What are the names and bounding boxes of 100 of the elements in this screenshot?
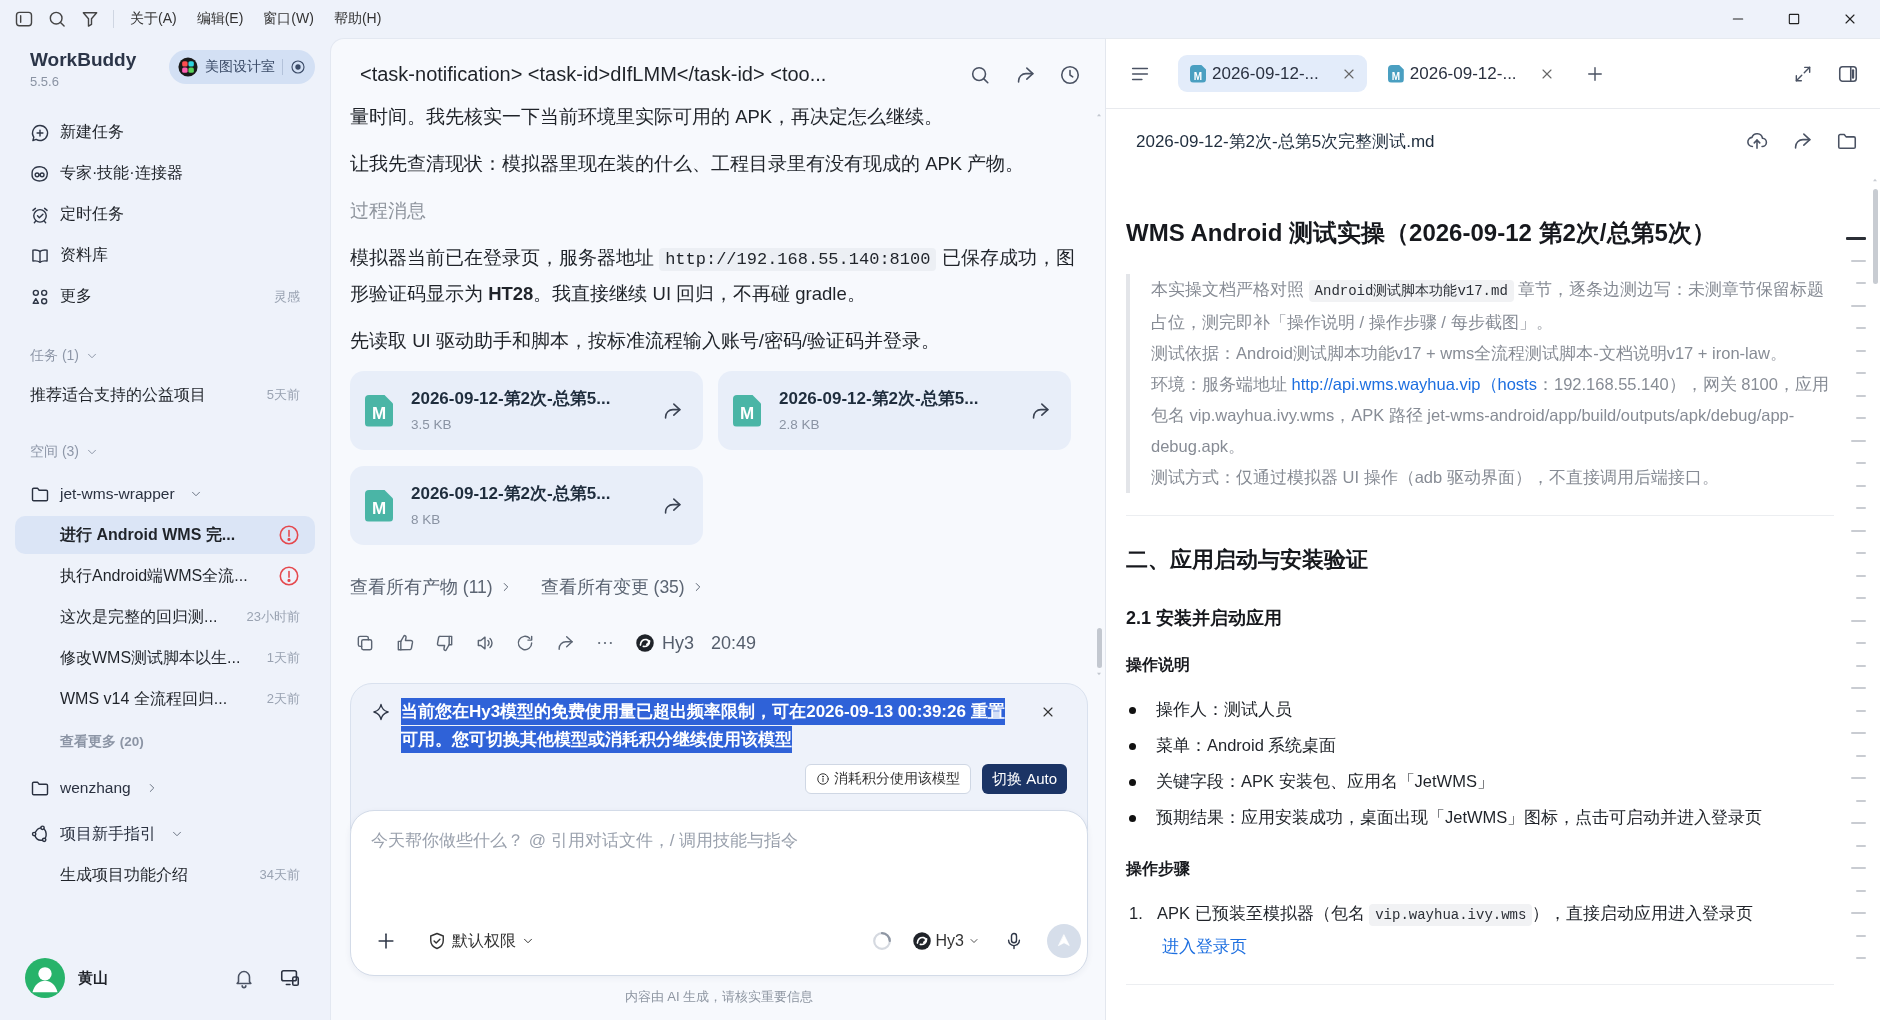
conversation-item[interactable]: 生成项目功能介绍 34天前 <box>15 856 315 894</box>
timestamp: 5天前 <box>266 386 300 404</box>
outline-marker[interactable] <box>1851 687 1866 690</box>
nav-item[interactable]: 新建任务 <box>15 112 315 153</box>
folder-item[interactable]: jet-wms-wrapper <box>15 475 315 513</box>
target-icon[interactable] <box>290 59 306 75</box>
message-input[interactable]: 今天帮你做些什么？ @ 引用对话文件，/ 调用技能与指令 <box>371 825 1081 857</box>
devices-icon[interactable] <box>279 967 301 989</box>
task-item[interactable]: 推荐适合支持的公益项目 5天前 <box>15 375 315 415</box>
scroll-up-arrow-icon[interactable] <box>1871 177 1879 183</box>
link[interactable]: http://api.wms.wayhua.vip（hosts <box>1291 375 1537 393</box>
outline-marker[interactable] <box>1856 799 1866 802</box>
scrollbar-thumb[interactable] <box>1872 189 1878 284</box>
sparkle-icon <box>371 702 391 722</box>
outline-marker[interactable] <box>1851 439 1866 442</box>
menu-item[interactable]: 关于(A) <box>130 10 177 28</box>
outline-marker[interactable] <box>1856 484 1866 487</box>
message-paragraph: 让我先查清现状：模拟器里现在装的什么、工程目录里有没有现成的 APK 产物。 <box>350 152 1026 176</box>
refresh-icon[interactable] <box>515 633 535 653</box>
outline-marker[interactable] <box>1856 934 1866 937</box>
nav-item[interactable]: 更多 灵感 <box>15 276 315 317</box>
outline-marker[interactable] <box>1856 507 1866 510</box>
outline-marker[interactable] <box>1856 394 1866 397</box>
sidebar-toggle-icon[interactable] <box>14 9 34 29</box>
menu-item[interactable]: 窗口(W) <box>263 10 314 28</box>
file-card[interactable]: M 2026-09-12-第2次-总第5... 2.8 KB <box>718 371 1071 450</box>
link[interactable]: 进入登录页 <box>1162 931 1247 962</box>
bullet-icon <box>1129 706 1136 714</box>
outline-marker[interactable] <box>1856 709 1866 712</box>
use-credits-button[interactable]: 消耗积分使用该模型 <box>804 764 971 794</box>
workspace-switcher[interactable]: 美图设计室 <box>169 50 315 84</box>
nav-item[interactable]: 定时任务 <box>15 194 315 235</box>
folder-item[interactable]: 项目新手指引 <box>15 815 315 853</box>
nav-item[interactable]: 资料库 <box>15 235 315 276</box>
outline-marker[interactable] <box>1856 349 1866 352</box>
outline-marker[interactable] <box>1856 552 1866 555</box>
outline-marker[interactable] <box>1851 259 1866 262</box>
nav-item[interactable]: 专家·技能·连接器 <box>15 153 315 194</box>
outline-marker[interactable] <box>1851 529 1866 532</box>
outline-marker[interactable] <box>1851 912 1866 915</box>
switch-model-button[interactable]: 切换 Auto <box>981 764 1067 794</box>
quote-paragraph: 本实操文档严格对照 Android测试脚本功能v17.md 章节，逐条边测边写：未测章节保留标题占位，测完即补「操作说明 / 操作步骤 / 每步截图」。 <box>1151 279 1826 333</box>
outline-marker[interactable] <box>1856 642 1866 645</box>
quote-paragraph: 测试依据：Android测试脚本功能v17 + wms全流程测试脚本-文档说明v17 + iron-law。 <box>1151 343 1788 364</box>
conversation-item[interactable]: 执行Android端WMS全流... <box>15 557 315 595</box>
copy-icon[interactable] <box>355 633 375 653</box>
outline-marker[interactable] <box>1851 822 1866 825</box>
outline-marker[interactable] <box>1851 777 1866 780</box>
outline-marker[interactable] <box>1851 732 1866 735</box>
outline-marker[interactable] <box>1856 417 1866 420</box>
view-all-link[interactable]: 查看所有产物 (11) <box>350 575 513 599</box>
conversation-item[interactable]: 修改WMS测试脚本以生... 1天前 <box>15 639 315 677</box>
outline-marker[interactable] <box>1856 327 1866 330</box>
file-name: 2026-09-12-第2次-总第5... <box>411 387 611 410</box>
history-icon[interactable] <box>1059 63 1081 86</box>
outline-marker[interactable] <box>1856 574 1866 577</box>
send-button[interactable] <box>1047 924 1081 958</box>
scrollbar-thumb[interactable] <box>1096 628 1102 668</box>
outline-marker[interactable] <box>1856 597 1866 600</box>
avatar-icon[interactable] <box>25 958 65 998</box>
menu-item[interactable]: 编辑(E) <box>196 10 244 28</box>
menu-item[interactable]: 帮助(H) <box>333 10 382 28</box>
file-size: 8 KB <box>411 510 442 529</box>
scroll-up-arrow-icon[interactable] <box>1095 112 1103 118</box>
file-card[interactable]: M 2026-09-12-第2次-总第5... 3.5 KB <box>350 371 703 450</box>
conversation-item[interactable]: 这次是完整的回归测... 23小时前 <box>15 598 315 636</box>
outline-marker[interactable] <box>1856 282 1866 285</box>
conversation-item[interactable]: 进行 Android WMS 完... <box>15 516 315 554</box>
tab[interactable]: M 2026-09-12-... <box>1178 55 1367 92</box>
share-icon[interactable] <box>555 633 575 653</box>
outline-marker[interactable] <box>1851 619 1866 622</box>
tab[interactable]: M 2026-09-12-... <box>1375 55 1565 92</box>
outline-marker[interactable] <box>1856 372 1866 375</box>
markdown-file-icon: M <box>733 394 761 427</box>
view-all-link[interactable]: 查看所有变更 (35) <box>540 575 705 599</box>
thumbs-down-icon[interactable] <box>435 633 455 653</box>
folder-item[interactable]: wenzhang <box>15 769 315 807</box>
model-selector[interactable]: Hy3 <box>911 931 980 951</box>
timestamp: 2天前 <box>266 690 300 708</box>
outline-marker[interactable] <box>1851 304 1866 307</box>
outline-marker[interactable] <box>1856 889 1866 892</box>
search-icon[interactable] <box>47 9 67 29</box>
outline-marker[interactable] <box>1856 664 1866 667</box>
permission-dropdown[interactable]: 默认权限 <box>427 930 535 952</box>
thumbs-up-icon[interactable] <box>395 633 415 653</box>
cloud-upload-icon[interactable] <box>1746 130 1768 152</box>
timestamp: 20:49 <box>711 632 757 654</box>
outline-marker[interactable] <box>1846 236 1866 240</box>
outline-marker[interactable] <box>1856 957 1866 960</box>
section-heading: 二、应用启动与安装验证 <box>1126 546 1369 574</box>
outline-marker[interactable] <box>1856 754 1866 757</box>
outline-marker[interactable] <box>1856 462 1866 465</box>
outline-marker[interactable] <box>1856 844 1866 847</box>
conversation-item[interactable]: WMS v14 全流程回归... 2天前 <box>15 680 315 718</box>
maximize-icon[interactable] <box>1786 11 1802 27</box>
bullet-icon <box>1129 742 1136 750</box>
file-card[interactable]: M 2026-09-12-第2次-总第5... 8 KB <box>350 466 703 545</box>
filter-icon[interactable] <box>80 9 100 29</box>
outline-marker[interactable] <box>1851 867 1866 870</box>
scroll-down-arrow-icon[interactable] <box>1095 671 1103 677</box>
